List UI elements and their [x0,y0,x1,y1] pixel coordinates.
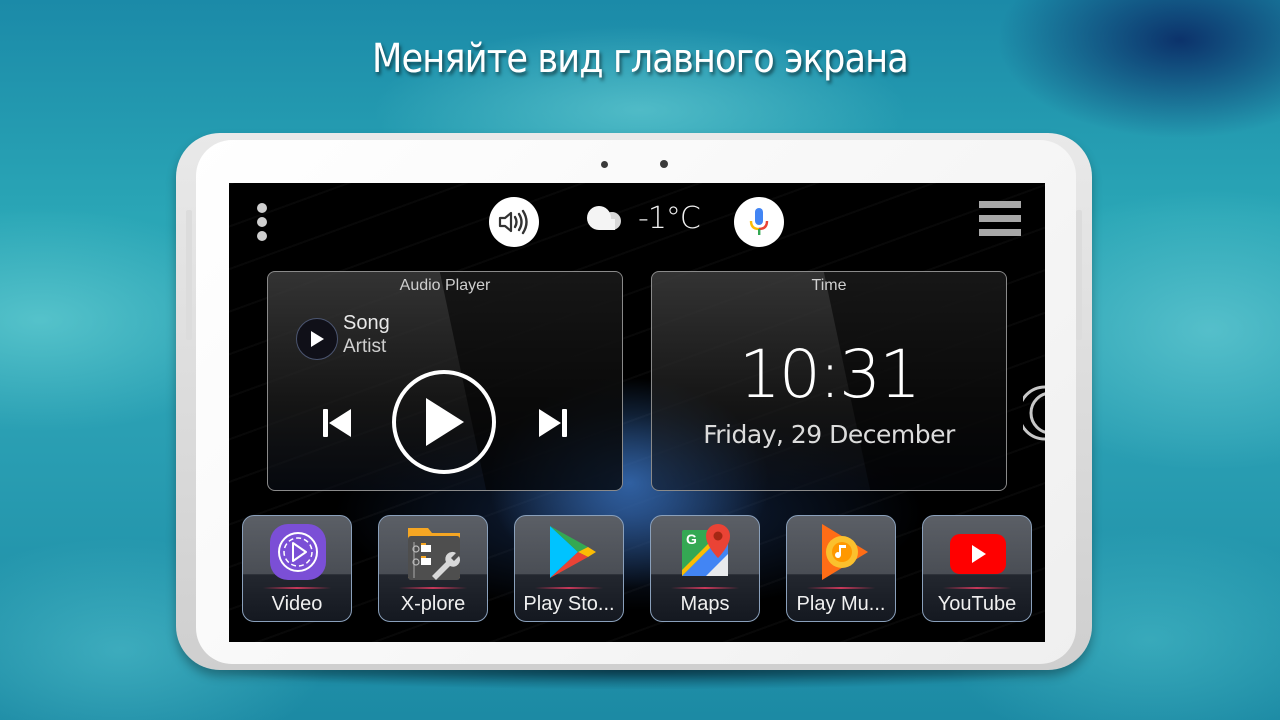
app-divider [943,587,1011,589]
tablet-screen: -1°C Audio Player Song Artist Time 10:31… [229,183,1045,642]
audio-player-widget: Audio Player Song Artist [267,271,623,491]
app-divider [263,587,331,589]
previous-track-icon[interactable] [322,408,352,438]
svg-text:G: G [686,531,697,547]
microphone-icon [749,208,769,235]
clock-date: Friday, 29 December [703,420,955,449]
app-video[interactable]: Video [242,515,352,622]
clock-time: 10:31 [738,336,921,413]
side-button [186,210,192,340]
play-store-icon [550,526,596,578]
play-icon [426,398,464,446]
artist-name: Artist [343,336,387,357]
cloud-icon [587,206,621,230]
app-label: Video [271,593,323,615]
play-icon [311,331,324,347]
time-widget[interactable]: Time 10:31 Friday, 29 December [651,271,1007,491]
maps-icon: G [682,524,730,576]
hamburger-menu-icon[interactable] [979,201,1021,243]
widget-title: Audio Player [399,277,491,294]
more-vert-icon[interactable] [257,203,269,245]
youtube-icon [950,534,1006,574]
app-divider [535,587,603,589]
song-title: Song [343,312,390,334]
edge-swipe-handle[interactable] [1023,383,1045,443]
app-divider [807,587,875,589]
app-label: Maps [680,593,730,615]
xplore-icon [408,528,461,580]
app-label: YouTube [937,593,1017,615]
next-track-icon[interactable] [538,408,568,438]
app-xplore[interactable]: X-plore [378,515,488,622]
app-play-store[interactable]: Play Sto... [514,515,624,622]
side-button [1076,210,1082,340]
app-divider [671,587,739,589]
temperature: -1°C [638,201,701,236]
camera-icon [601,161,608,168]
video-icon [270,524,326,580]
app-label: X-plore [400,593,466,615]
app-label: Play Mu... [796,593,886,615]
voice-search-button[interactable] [734,197,784,247]
play-music-icon [822,524,868,580]
headline: Меняйте вид главного экрана [371,36,909,82]
sensor-icon [660,160,668,168]
app-divider [399,587,467,589]
volume-button[interactable] [489,197,539,247]
album-play-button[interactable] [296,318,338,360]
app-maps[interactable]: G Maps [650,515,760,622]
app-label: Play Sto... [523,593,615,615]
play-pause-button[interactable] [392,370,496,474]
app-play-music[interactable]: Play Mu... [786,515,896,622]
app-youtube[interactable]: YouTube [922,515,1032,622]
widget-title: Time [811,277,847,294]
volume-icon [498,209,528,235]
